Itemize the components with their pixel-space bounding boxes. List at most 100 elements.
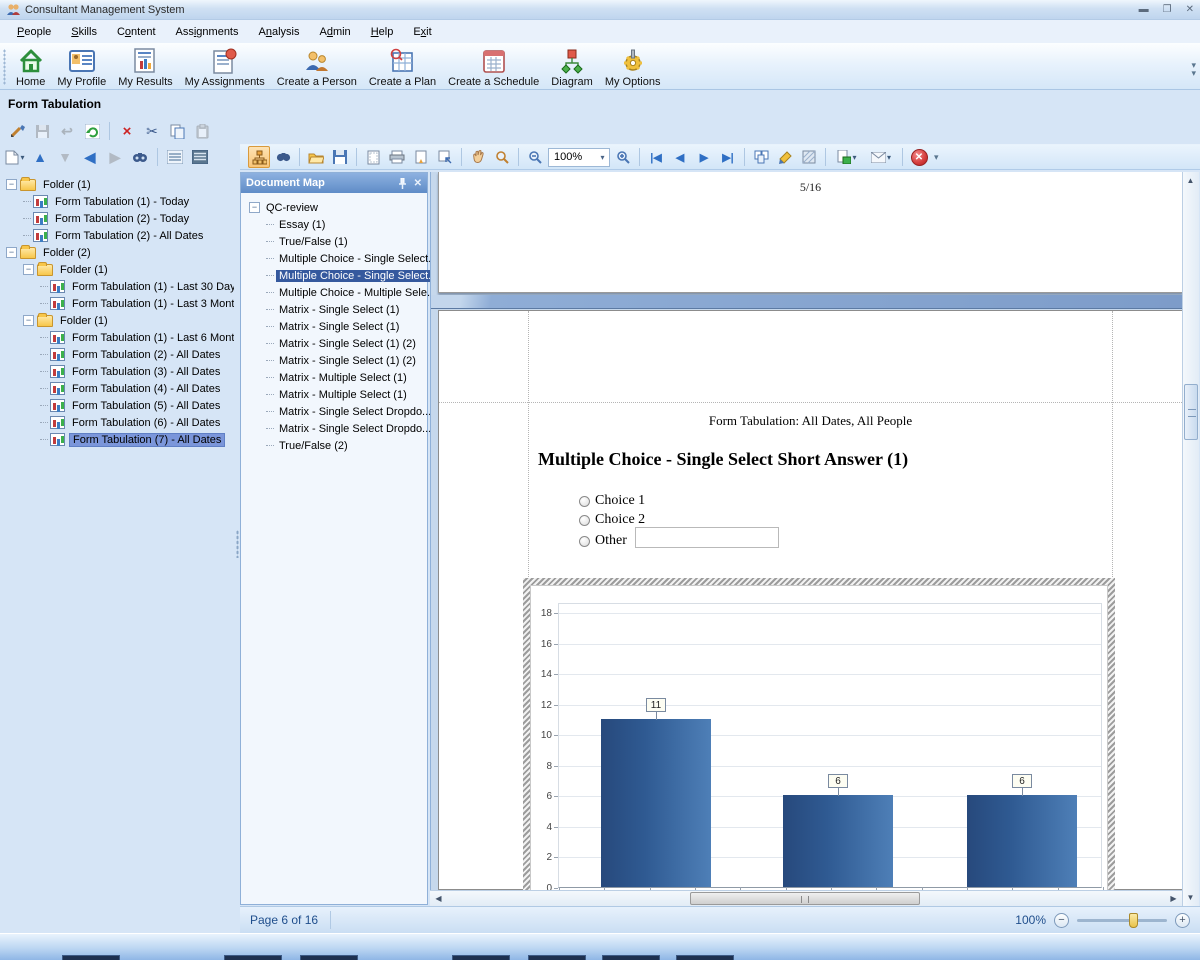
folder-tree-item[interactable]: Form Tabulation (6) - All Dates	[6, 414, 234, 431]
document-map-item[interactable]: Multiple Choice - Single Select...	[249, 267, 425, 284]
menu-item-assignments[interactable]: Assignments	[167, 23, 248, 41]
radio-icon[interactable]	[579, 496, 590, 507]
document-map-item[interactable]: Matrix - Single Select (1) (2)	[249, 352, 425, 369]
open-icon[interactable]	[305, 146, 327, 168]
find-icon[interactable]	[129, 146, 151, 168]
horizontal-scroll-thumb[interactable]	[690, 892, 920, 905]
scroll-right-icon[interactable]: ▶	[1166, 891, 1181, 906]
email-icon[interactable]: ▾	[865, 146, 897, 168]
folder-tree-item[interactable]: Form Tabulation (2) - All Dates	[6, 346, 234, 363]
close-icon[interactable]: ✕	[1186, 5, 1194, 15]
document-map-toggle[interactable]	[248, 146, 270, 168]
toolbar-overflow-icon[interactable]: ▾▾	[1191, 61, 1196, 77]
page-color-icon[interactable]	[774, 146, 796, 168]
document-map-item[interactable]: Matrix - Single Select (1)	[249, 318, 425, 335]
collapse-icon[interactable]: −	[23, 264, 34, 275]
report-toolbar-overflow-icon[interactable]: ▾	[934, 153, 939, 161]
first-page-icon[interactable]: |◀	[645, 146, 667, 168]
radio-icon[interactable]	[579, 515, 590, 526]
zoom-in-button[interactable]: +	[1175, 913, 1190, 928]
folder-tree-item[interactable]: Form Tabulation (2) - All Dates	[6, 227, 234, 244]
scroll-up-icon[interactable]: ▲	[1183, 173, 1198, 188]
menu-item-exit[interactable]: Exit	[404, 23, 440, 41]
print-icon[interactable]	[386, 146, 408, 168]
document-map-item[interactable]: Multiple Choice - Single Select...	[249, 250, 425, 267]
list-view-icon[interactable]	[164, 146, 186, 168]
menu-item-skills[interactable]: Skills	[62, 23, 106, 41]
zoom-select[interactable]: 100% ▾	[548, 148, 610, 167]
my-results-button[interactable]: My Results	[112, 45, 178, 90]
menu-item-admin[interactable]: Admin	[310, 23, 359, 41]
home-button[interactable]: Home	[10, 45, 51, 90]
zoom-in-icon[interactable]	[612, 146, 634, 168]
watermark-icon[interactable]	[798, 146, 820, 168]
refresh-icon[interactable]	[81, 120, 103, 142]
folder-tree-item[interactable]: Form Tabulation (7) - All Dates	[6, 431, 234, 448]
undo-icon[interactable]: ↩	[56, 120, 78, 142]
toolbar-grip[interactable]	[3, 49, 6, 85]
my-assignments-button[interactable]: My Assignments	[179, 45, 271, 90]
menu-item-help[interactable]: Help	[362, 23, 403, 41]
cut-icon[interactable]: ✂	[141, 120, 163, 142]
document-map-item[interactable]: Matrix - Single Select Dropdo...	[249, 420, 425, 437]
diagram-button[interactable]: Diagram	[545, 45, 599, 90]
page-options-icon[interactable]	[434, 146, 456, 168]
vertical-scrollbar[interactable]: ▲ ▼	[1182, 172, 1199, 906]
document-map-item[interactable]: Matrix - Multiple Select (1)	[249, 386, 425, 403]
radio-icon[interactable]	[579, 536, 590, 547]
detail-view-icon[interactable]	[189, 146, 211, 168]
pan-hand-icon[interactable]	[467, 146, 489, 168]
save-icon[interactable]	[31, 120, 53, 142]
folder-tree-item[interactable]: Form Tabulation (1) - Last 30 Days	[6, 278, 234, 295]
edit-icon[interactable]	[6, 120, 28, 142]
document-map-item[interactable]: Multiple Choice - Multiple Sele...	[249, 284, 425, 301]
scroll-left-icon[interactable]: ◀	[431, 891, 446, 906]
folder-tree-item[interactable]: Form Tabulation (3) - All Dates	[6, 363, 234, 380]
close-panel-icon[interactable]: ✕	[414, 178, 422, 189]
document-map-item[interactable]: Matrix - Single Select (1) (2)	[249, 335, 425, 352]
next-page-icon[interactable]: ▶	[693, 146, 715, 168]
folder-tree-item[interactable]: −Folder (1)	[6, 261, 234, 278]
zoom-out-button[interactable]: −	[1054, 913, 1069, 928]
folder-tree-item[interactable]: Form Tabulation (1) - Today	[6, 193, 234, 210]
document-map-item[interactable]: Essay (1)	[249, 216, 425, 233]
move-down-icon[interactable]: ▼	[54, 146, 76, 168]
my-options-button[interactable]: My Options	[599, 45, 667, 90]
menu-item-analysis[interactable]: Analysis	[250, 23, 309, 41]
chart-selection-frame[interactable]: 0246810121416181166	[523, 578, 1115, 890]
folder-tree-item[interactable]: Form Tabulation (5) - All Dates	[6, 397, 234, 414]
previous-page-icon[interactable]: ◀	[669, 146, 691, 168]
my-profile-button[interactable]: My Profile	[51, 45, 112, 90]
zoom-slider-thumb[interactable]	[1129, 913, 1138, 928]
restore-icon[interactable]: ❐	[1163, 5, 1172, 15]
move-up-icon[interactable]: ▲	[29, 146, 51, 168]
find-icon[interactable]	[272, 146, 294, 168]
save-icon[interactable]	[329, 146, 351, 168]
create-a-schedule-button[interactable]: Create a Schedule	[442, 45, 545, 90]
collapse-icon[interactable]: −	[6, 247, 17, 258]
forward-icon[interactable]: ▶	[104, 146, 126, 168]
create-a-person-button[interactable]: Create a Person	[271, 45, 363, 90]
copy-icon[interactable]	[166, 120, 188, 142]
vertical-scroll-thumb[interactable]	[1184, 384, 1198, 440]
multi-page-icon[interactable]	[750, 146, 772, 168]
document-map-item[interactable]: −QC-review	[249, 199, 425, 216]
folder-tree-item[interactable]: −Folder (1)	[6, 312, 234, 329]
close-preview-icon[interactable]: ✕	[908, 146, 930, 168]
new-item-icon[interactable]: ▾	[4, 146, 26, 168]
collapse-icon[interactable]: −	[23, 315, 34, 326]
paste-icon[interactable]	[191, 120, 213, 142]
zoom-tool-icon[interactable]	[491, 146, 513, 168]
minimize-icon[interactable]: ▬	[1139, 5, 1149, 15]
zoom-slider[interactable]	[1077, 919, 1167, 922]
document-map-item[interactable]: True/False (1)	[249, 233, 425, 250]
folder-tree-item[interactable]: Form Tabulation (2) - Today	[6, 210, 234, 227]
back-icon[interactable]: ◀	[79, 146, 101, 168]
other-text-input[interactable]	[635, 527, 779, 548]
pin-icon[interactable]	[398, 178, 407, 189]
collapse-icon[interactable]: −	[249, 202, 260, 213]
folder-tree-item[interactable]: Form Tabulation (1) - Last 3 Months	[6, 295, 234, 312]
report-viewer[interactable]: 5/16 Form Tabulation: All Dates, All Peo…	[430, 172, 1182, 890]
menu-item-content[interactable]: Content	[108, 23, 165, 41]
page-setup-icon[interactable]	[362, 146, 384, 168]
